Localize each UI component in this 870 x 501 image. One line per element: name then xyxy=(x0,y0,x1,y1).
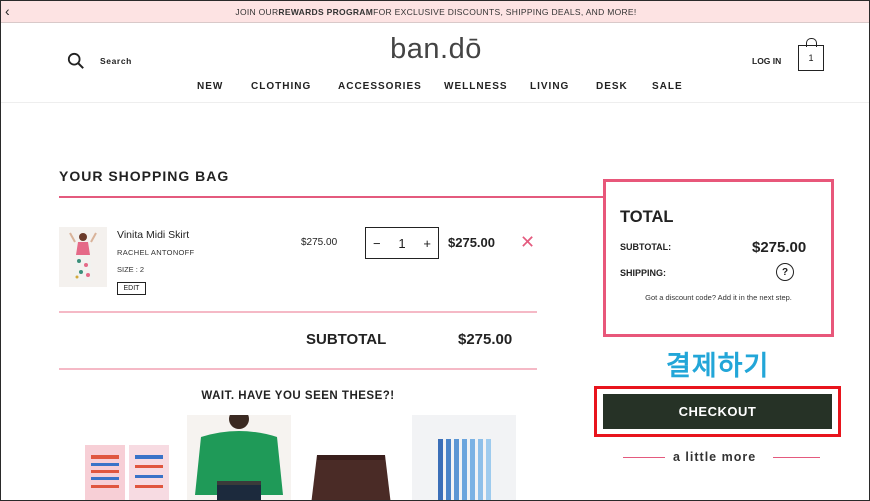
divider xyxy=(59,368,537,370)
subtotal-value: $275.00 xyxy=(752,239,807,256)
section-heading: a little more xyxy=(673,450,757,464)
nav-item-wellness[interactable]: WELLNESS xyxy=(444,81,508,92)
minus-icon[interactable]: − xyxy=(373,236,381,251)
recommendation-card[interactable] xyxy=(301,415,401,500)
recommendation-card[interactable] xyxy=(81,415,177,500)
line-total: $275.00 xyxy=(448,235,495,250)
page-frame: ‹ JOIN OUR REWARDS PROGRAM FOR EXCLUSIVE… xyxy=(0,0,870,501)
total-title: TOTAL xyxy=(620,208,674,226)
recommendations-title: WAIT. HAVE YOU SEEN THESE?! xyxy=(201,390,395,402)
product-name[interactable]: Vinita Midi Skirt xyxy=(117,229,189,241)
nav-item-accessories[interactable]: ACCESSORIES xyxy=(338,81,422,92)
nav-item-living[interactable]: LIVING xyxy=(530,81,569,92)
chevron-left-icon[interactable]: ‹ xyxy=(5,2,10,20)
shipping-label: SHIPPING: xyxy=(620,268,667,278)
checkout-highlight: CHECKOUT xyxy=(594,386,841,437)
promo-prefix: JOIN OUR xyxy=(235,6,279,17)
order-total-panel: TOTAL SUBTOTAL: $275.00 SHIPPING: ? Got … xyxy=(603,179,834,337)
divider xyxy=(59,311,537,313)
subtotal-label: SUBTOTAL: xyxy=(620,242,672,252)
nav-item-new[interactable]: NEW xyxy=(197,81,223,92)
promo-banner[interactable]: ‹ JOIN OUR REWARDS PROGRAM FOR EXCLUSIVE… xyxy=(1,1,869,23)
promo-suffix: FOR EXCLUSIVE DISCOUNTS, SHIPPING DEALS,… xyxy=(373,6,637,17)
bag-count: 1 xyxy=(808,53,814,63)
nav-item-clothing[interactable]: CLOTHING xyxy=(251,81,311,92)
quantity-value: 1 xyxy=(398,235,406,251)
login-link[interactable]: LOG IN xyxy=(752,56,781,66)
promo-bold: REWARDS PROGRAM xyxy=(278,6,374,17)
recommendation-card[interactable] xyxy=(187,415,291,500)
site-logo[interactable]: ban.dō xyxy=(1,33,869,66)
divider xyxy=(59,196,604,198)
recommendation-card[interactable] xyxy=(412,415,516,500)
question-circle-icon[interactable]: ? xyxy=(776,263,794,281)
nav-item-desk[interactable]: DESK xyxy=(596,81,628,92)
plus-icon[interactable]: + xyxy=(423,236,431,251)
quantity-stepper: − 1 + xyxy=(365,227,439,259)
annotation-label: 결제하기 xyxy=(666,351,770,382)
checkout-button[interactable]: CHECKOUT xyxy=(603,394,832,429)
site-header: Search ban.dō LOG IN 1 NEW CLOTHING ACCE… xyxy=(1,23,869,103)
product-size: SIZE : 2 xyxy=(117,265,145,274)
product-brand: RACHEL ANTONOFF xyxy=(117,248,195,257)
discount-note: Got a discount code? Add it in the next … xyxy=(645,293,792,302)
close-icon[interactable]: ✕ xyxy=(520,233,535,251)
product-image[interactable] xyxy=(59,227,107,287)
subtotal-label: SUBTOTAL xyxy=(306,331,387,348)
nav-item-sale[interactable]: SALE xyxy=(652,81,683,92)
product-price: $275.00 xyxy=(301,237,338,248)
page-title: YOUR SHOPPING BAG xyxy=(59,168,230,184)
edit-button[interactable]: EDIT xyxy=(117,282,146,295)
divider xyxy=(623,457,665,458)
shopping-bag-icon[interactable]: 1 xyxy=(798,38,824,71)
divider xyxy=(773,457,820,458)
subtotal-value: $275.00 xyxy=(458,331,513,348)
